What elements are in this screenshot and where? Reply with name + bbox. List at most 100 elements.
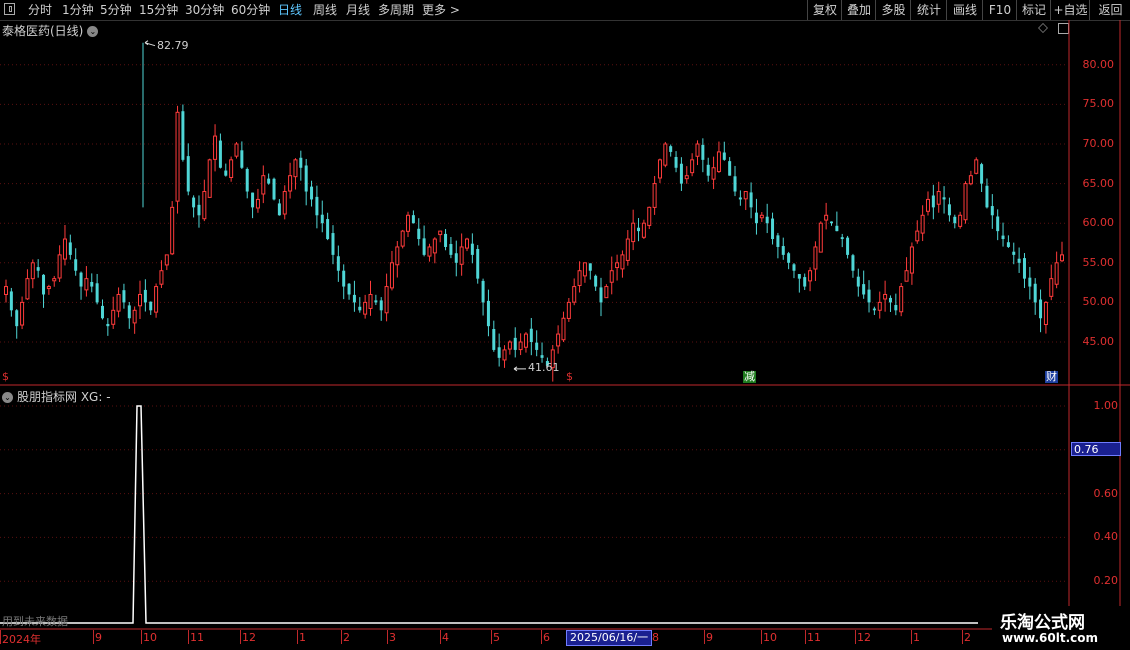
date-tick-label: 10 [143,631,157,644]
period-tab-4[interactable]: 30分钟 [185,2,224,18]
candle-body [299,157,303,168]
candle-body [942,197,946,200]
candle-body [620,254,625,270]
indicator-chart[interactable] [0,386,1130,630]
y-tick-label: 55.00 [1082,255,1115,269]
period-tab-6[interactable]: 日线 [278,2,302,18]
candle-body [164,254,169,266]
candle-body [808,270,813,282]
candle-body [170,206,175,255]
candle-body [122,290,126,303]
candle-body [304,165,308,192]
period-tab-3[interactable]: 15分钟 [139,2,178,18]
candle-body [1006,242,1010,247]
y-tick-label: 60.00 [1082,216,1115,230]
date-tick [541,630,542,644]
toolbar-button-6[interactable]: 标记 [1016,0,1051,20]
toolbar-button-3[interactable]: 统计 [910,0,947,20]
period-tab-7[interactable]: 周线 [313,2,337,18]
high-pointer [144,40,156,47]
candle-body [518,341,523,351]
toolbar-button-0[interactable]: 复权 [807,0,842,20]
candle-body [186,156,190,192]
event-marker-0[interactable]: $ [1,371,10,383]
event-marker-1[interactable]: $ [565,371,574,383]
candle-body [507,341,512,350]
toolbar-button-5[interactable]: F10 [982,0,1017,20]
candle-body [234,143,239,157]
candle-body [159,270,164,285]
candle-body [728,161,732,176]
date-tick-label: 11 [190,631,204,644]
period-tab-10[interactable]: 更多 > [422,2,460,18]
candle-body [566,301,571,319]
candle-body [42,274,46,295]
watermark-line1: 乐淘公式网 [1000,613,1085,633]
date-tick [387,630,388,644]
candle-body [374,300,378,303]
candle-body [79,272,83,287]
y-tick-label: 80.00 [1082,57,1115,71]
candle-body [679,163,683,184]
period-tab-1[interactable]: 1分钟 [62,2,94,18]
date-tick [440,630,441,644]
candle-body [1017,258,1021,263]
candle-body [846,237,850,255]
candle-body [856,276,860,287]
candle-body [444,233,448,247]
period-tab-2[interactable]: 5分钟 [100,2,132,18]
period-tab-9[interactable]: 多周期 [378,2,414,18]
date-tick-label: 11 [807,631,821,644]
period-tab-0[interactable]: 分时 [28,2,52,18]
candle-body [389,262,394,289]
date-tick-label: 1 [299,631,306,644]
candle-body [379,300,383,311]
candle-body [417,228,421,240]
candle-body [272,178,276,200]
candle-body [347,283,351,295]
period-toolbar: 分时 1分钟 5分钟 15分钟 30分钟 60分钟 日线 周线 月线 多周期 更多 > 复权 叠加 多股… [0,0,1130,21]
candle-body [149,301,153,311]
candle-body [840,237,844,240]
candle-body [947,204,951,216]
window-icon[interactable] [4,3,15,15]
candle-body [663,143,668,166]
candle-body [261,175,266,195]
future-data-warning: 用到未来数据 [2,615,68,628]
cursor-date-readout: 2025/06/16/一 [566,630,653,646]
candle-body [625,238,630,261]
candle-body [454,253,458,263]
y-tick-label: 70.00 [1082,137,1115,150]
candle-body [84,278,89,291]
date-tick-label: 6 [543,631,550,644]
toolbar-button-7[interactable]: +自选 [1050,0,1090,20]
toolbar-button-4[interactable]: 画线 [946,0,983,20]
candle-body [229,159,234,179]
candle-body [1012,251,1016,255]
toolbar-button-8[interactable]: 返回 [1089,0,1130,20]
candle-body [594,275,598,287]
candle-body [535,342,539,350]
period-tab-8[interactable]: 月线 [346,2,370,18]
candle-body [181,111,185,160]
date-tick-label: 2 [964,631,971,644]
watermark-line2: www.60lt.com [1002,631,1099,645]
candle-body [830,221,834,224]
candle-body [432,238,437,254]
candle-body [427,246,432,257]
candle-body [561,317,566,341]
toolbar-button-1[interactable]: 叠加 [841,0,876,20]
candle-body [481,280,485,303]
period-tab-5[interactable]: 60分钟 [231,2,270,18]
candle-body [459,246,464,265]
candlestick-chart[interactable] [0,20,1130,386]
candle-body [722,152,726,160]
candle-body [74,259,78,271]
candle-body [877,301,882,311]
date-tick [341,630,342,644]
event-marker-3[interactable]: 财 [1045,371,1058,383]
date-tick-label: 2 [343,631,350,644]
candle-body [1022,258,1026,279]
toolbar-button-2[interactable]: 多股 [875,0,911,20]
event-marker-2[interactable]: 减 [743,371,756,383]
